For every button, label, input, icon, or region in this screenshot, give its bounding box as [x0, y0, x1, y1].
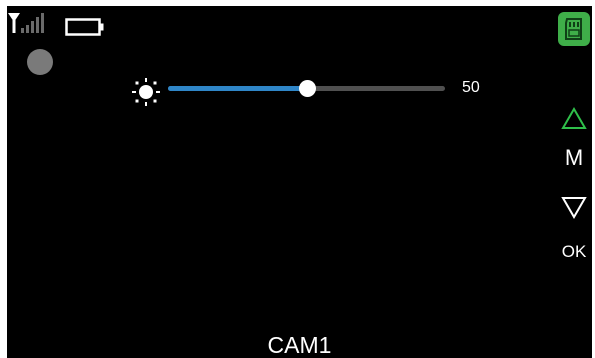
triangle-down-icon[interactable] — [561, 194, 587, 220]
sun-brightness-icon — [132, 78, 160, 106]
brightness-value: 50 — [462, 79, 480, 96]
camera-screen: 50 M OK CAM1 — [7, 6, 592, 358]
side-menu: M OK — [555, 102, 592, 272]
brightness-slider-thumb[interactable] — [298, 80, 316, 97]
brightness-slider-fill — [168, 86, 307, 91]
triangle-up-icon[interactable] — [561, 106, 587, 132]
camera-name-label: CAM1 — [267, 332, 332, 358]
record-dot-icon — [27, 49, 53, 75]
ok-button[interactable]: OK — [555, 241, 592, 263]
battery-icon — [65, 18, 104, 36]
sd-card-icon[interactable] — [558, 12, 590, 46]
mode-button[interactable]: M — [557, 145, 591, 171]
antenna-icon — [8, 13, 20, 33]
signal-strength-icon — [21, 13, 44, 33]
status-bar — [7, 6, 147, 36]
brightness-slider[interactable] — [168, 80, 445, 97]
